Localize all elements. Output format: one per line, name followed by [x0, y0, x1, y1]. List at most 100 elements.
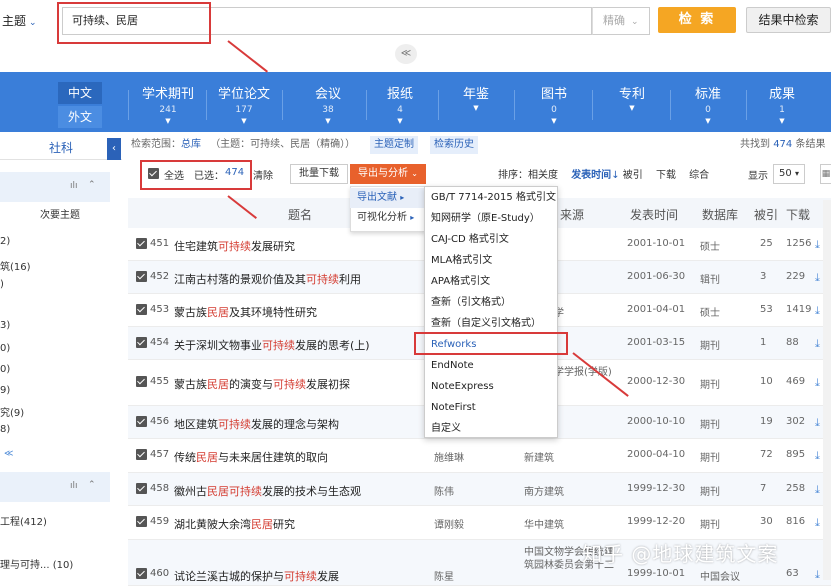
sort-combined[interactable]: 综合	[689, 170, 709, 181]
row-checkbox[interactable]	[136, 376, 147, 390]
chevron-up-icon[interactable]: ⌃	[88, 480, 96, 490]
facet-item[interactable]: 2)	[0, 236, 10, 247]
row-cited[interactable]: 19	[760, 416, 773, 427]
nav-tab-2[interactable]: 会议 38 ▼	[298, 86, 358, 128]
row-author[interactable]: 陈星	[434, 568, 454, 583]
search-button[interactable]: 检 索	[658, 7, 736, 33]
row-title[interactable]: 传统民居与未来居住建筑的取向	[174, 449, 328, 465]
row-cited[interactable]: 53	[760, 304, 773, 315]
row-cited[interactable]: 1	[760, 337, 766, 348]
facet-item[interactable]: 0)	[0, 364, 10, 375]
download-icon[interactable]: ⤓	[815, 238, 820, 252]
download-icon[interactable]: ⤓	[815, 337, 820, 351]
chevron-up-icon[interactable]: ⌃	[88, 180, 96, 190]
header-date[interactable]: 发表时间	[630, 206, 678, 223]
scope-value[interactable]: 总库	[181, 139, 201, 150]
menu-visual-analysis[interactable]: 可视化分析 ▸	[350, 208, 424, 228]
download-icon[interactable]: ⤓	[815, 483, 820, 497]
row-cited[interactable]: 10	[760, 376, 773, 387]
row-source[interactable]: 新建筑	[524, 449, 620, 464]
sort-cited[interactable]: 被引	[623, 170, 643, 181]
chart-icon[interactable]: ılı	[70, 481, 78, 491]
row-checkbox[interactable]	[136, 516, 147, 530]
row-source[interactable]: 华中建筑	[524, 516, 620, 531]
export-format-item[interactable]: MLA格式引文	[431, 250, 556, 271]
row-cited[interactable]: 7	[760, 483, 766, 494]
export-analysis-button[interactable]: 导出与分析 ⌄	[350, 164, 426, 184]
nav-tab-6[interactable]: 专利 ▼	[602, 86, 662, 128]
tab-sheke[interactable]: 社科	[36, 136, 86, 160]
expand-icon[interactable]: ≪	[4, 449, 13, 459]
row-title[interactable]: 关于深圳文物事业可持续发展的思考(上)	[174, 337, 370, 353]
nav-tab-0[interactable]: 学术期刊 241 ▼	[138, 86, 198, 128]
row-checkbox[interactable]	[136, 568, 147, 582]
facet-item[interactable]: 筑(16)	[0, 258, 31, 273]
export-format-item[interactable]: NoteExpress	[431, 376, 556, 397]
header-title[interactable]: 题名	[288, 206, 312, 223]
export-format-item[interactable]: 查新（引文格式）	[431, 292, 556, 313]
secondary-topic-tab[interactable]: 次要主题	[40, 206, 80, 221]
download-icon[interactable]: ⤓	[815, 449, 820, 463]
download-icon[interactable]: ⤓	[815, 568, 820, 582]
row-cited[interactable]: 72	[760, 449, 773, 460]
clear-button[interactable]: 清除	[253, 167, 273, 182]
nav-tab-1[interactable]: 学位论文 177 ▼	[214, 86, 274, 128]
row-author[interactable]: 施维琳	[434, 449, 464, 464]
nav-tab-3[interactable]: 报纸 4 ▼	[370, 86, 430, 128]
export-format-item[interactable]: GB/T 7714-2015 格式引文	[431, 187, 556, 208]
row-checkbox[interactable]	[136, 482, 147, 497]
row-title[interactable]: 徽州古民居可持续发展的技术与生态观	[174, 483, 361, 499]
row-checkbox[interactable]	[136, 415, 147, 430]
download-icon[interactable]: ⤓	[815, 416, 820, 430]
chart-icon[interactable]: ılı	[70, 181, 78, 191]
subject-select[interactable]: 主题 ⌄	[0, 10, 58, 32]
facet-item[interactable]: 工程(412)	[0, 513, 47, 528]
grid-view-icon[interactable]: ▦	[820, 164, 831, 184]
nav-tab-4[interactable]: 年鉴 ▼	[446, 86, 506, 128]
search-history-button[interactable]: 检索历史	[430, 136, 478, 154]
download-icon[interactable]: ⤓	[815, 304, 820, 318]
row-checkbox[interactable]	[136, 270, 147, 285]
sort-relevance[interactable]: 相关度	[528, 170, 558, 181]
facet-item[interactable]: 3)	[0, 320, 10, 331]
scrollbar[interactable]	[823, 200, 831, 580]
row-title[interactable]: 湖北黄陂大余湾民居研究	[174, 516, 295, 532]
row-checkbox[interactable]	[136, 449, 147, 463]
sort-time[interactable]: 发表时间	[571, 170, 611, 181]
header-db[interactable]: 数据库	[702, 206, 738, 223]
export-format-item[interactable]: NoteFirst	[431, 397, 556, 418]
download-icon[interactable]: ⤓	[815, 376, 820, 390]
facet-item[interactable]: )	[0, 279, 4, 290]
export-format-item[interactable]: APA格式引文	[431, 271, 556, 292]
row-checkbox[interactable]	[136, 237, 147, 252]
row-author[interactable]: 谭刚毅	[434, 516, 464, 531]
facet-item[interactable]: 理与可持... (10)	[0, 556, 73, 571]
export-format-item[interactable]: 知网研学（原E-Study）	[431, 208, 556, 229]
facet-item[interactable]: 0)	[0, 343, 10, 354]
row-title[interactable]: 住宅建筑可持续发展研究	[174, 238, 295, 254]
export-format-item[interactable]: 查新（自定义引文格式）	[431, 313, 556, 334]
custom-theme-button[interactable]: 主题定制	[370, 136, 418, 154]
search-in-results-button[interactable]: 结果中检索	[746, 7, 831, 33]
row-title[interactable]: 蒙古族民居的演变与可持续发展初探	[174, 376, 350, 392]
export-format-item[interactable]: EndNote	[431, 355, 556, 376]
row-cited[interactable]: 3	[760, 271, 766, 282]
row-title[interactable]: 江南古村落的景观价值及其可持续利用	[174, 271, 361, 287]
page-size-select[interactable]: 50 ▾	[773, 164, 805, 184]
row-source[interactable]: 南方建筑	[524, 483, 620, 498]
lang-tab-cn[interactable]: 中文	[58, 82, 102, 104]
batch-download-button[interactable]: 批量下载	[290, 164, 348, 184]
nav-tab-8[interactable]: 成果 1 ▼	[752, 86, 812, 128]
row-title[interactable]: 地区建筑可持续发展的理念与架构	[174, 416, 339, 432]
export-format-item[interactable]: 自定义	[431, 418, 556, 439]
menu-export-docs[interactable]: 导出文献 ▸	[350, 188, 424, 208]
row-author[interactable]: 陈伟	[434, 483, 454, 498]
sort-download[interactable]: 下载	[656, 170, 676, 181]
facet-item[interactable]: 9)	[0, 385, 10, 396]
facet-item[interactable]: 究(9)	[0, 404, 24, 419]
nav-tab-5[interactable]: 图书 0 ▼	[524, 86, 584, 128]
collapse-left-icon[interactable]: ‹	[107, 138, 121, 160]
row-cited[interactable]: 25	[760, 238, 773, 249]
header-download[interactable]: 下载	[786, 206, 810, 223]
nav-tab-7[interactable]: 标准 0 ▼	[678, 86, 738, 128]
